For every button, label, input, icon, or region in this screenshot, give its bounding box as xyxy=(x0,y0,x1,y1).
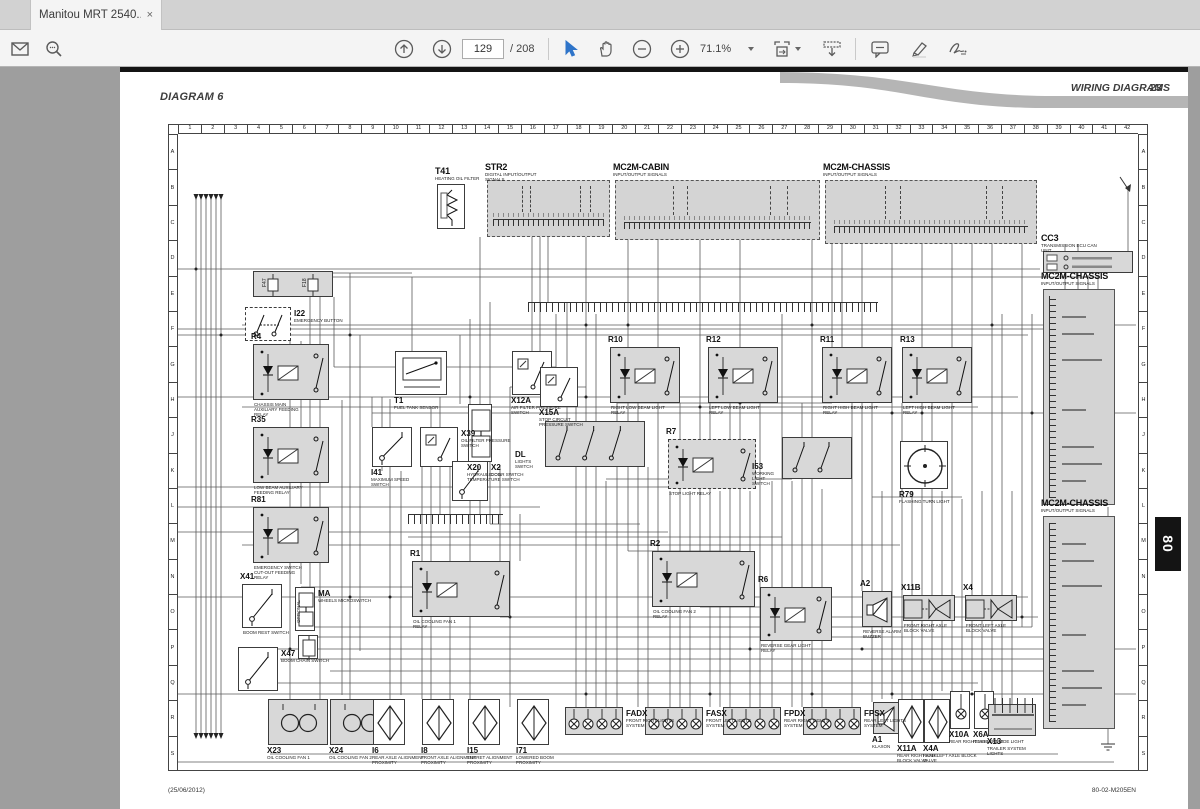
component-X2 xyxy=(452,461,488,501)
component-T41 xyxy=(437,184,465,229)
toolbar-collapse-icon[interactable] xyxy=(820,37,844,61)
component-MC2M-CHASSIS xyxy=(1043,289,1115,505)
component-X4 xyxy=(965,595,1017,621)
component-X10A xyxy=(950,691,970,729)
component-I6 xyxy=(373,699,405,745)
page-down-button[interactable] xyxy=(430,37,454,61)
component-A1 xyxy=(873,702,899,734)
fill-sign-icon[interactable] xyxy=(946,37,970,61)
highlighter-icon[interactable] xyxy=(908,37,932,61)
component-MC2M-CABIN xyxy=(615,180,820,240)
zoom-out-button[interactable] xyxy=(630,37,654,61)
page-total-label: / 208 xyxy=(510,43,534,55)
component-R81 xyxy=(253,507,329,563)
component-FPSX xyxy=(803,707,861,735)
document-tab[interactable]: Manitou MRT 2540... × xyxy=(30,0,162,30)
component-R35 xyxy=(253,427,329,483)
component-FADX xyxy=(565,707,623,735)
svg-text:F47: F47 xyxy=(262,278,268,287)
component-I41 xyxy=(372,427,412,467)
component-X47 xyxy=(238,647,278,691)
select-cursor-icon[interactable] xyxy=(558,37,582,61)
page-up-button[interactable] xyxy=(392,37,416,61)
component-R4 xyxy=(253,344,329,400)
component-F18 xyxy=(298,635,318,659)
component-X11A xyxy=(898,699,924,743)
fit-caret-icon[interactable] xyxy=(795,47,801,51)
component-R2 xyxy=(652,551,755,607)
component-I71 xyxy=(517,699,549,745)
component-R13 xyxy=(902,347,972,403)
component-MA xyxy=(295,587,315,631)
mail-icon[interactable] xyxy=(8,37,32,61)
component-T1 xyxy=(395,351,447,395)
component-X11B xyxy=(903,595,955,621)
pdf-page-canvas[interactable]: DIAGRAM 6 WIRING DIAGRAMS 23 12345678910… xyxy=(120,67,1188,809)
component-X41 xyxy=(242,584,282,628)
component-R7 xyxy=(668,439,756,489)
hand-pan-icon[interactable] xyxy=(594,37,618,61)
page-number-input[interactable]: 129 xyxy=(462,39,504,59)
zoom-search-icon[interactable] xyxy=(42,37,66,61)
component-combh xyxy=(408,514,503,524)
toolbar-divider xyxy=(548,38,549,60)
svg-text:F18: F18 xyxy=(302,278,308,287)
component-X13 xyxy=(988,704,1036,736)
tab-bar: Manitou MRT 2540... × xyxy=(0,0,1200,30)
zoom-caret-icon[interactable] xyxy=(748,47,754,51)
component-combh xyxy=(528,302,878,312)
component-STR2 xyxy=(487,180,610,237)
tab-title: Manitou MRT 2540... xyxy=(39,9,141,21)
component-X15A xyxy=(540,367,578,407)
component-I53 xyxy=(782,437,852,479)
component-FASX xyxy=(645,707,703,735)
zoom-in-button[interactable] xyxy=(668,37,692,61)
toolbar: 129 / 208 71.1% xyxy=(0,30,1200,67)
component-X20 xyxy=(468,404,492,462)
component-A2 xyxy=(862,591,892,627)
toolbar-divider xyxy=(855,38,856,60)
zoom-level-value[interactable]: 71.1% xyxy=(700,43,731,55)
component-DL xyxy=(545,421,645,467)
tab-close-icon[interactable]: × xyxy=(147,9,153,21)
component-FPDX xyxy=(723,707,781,735)
component-R6 xyxy=(760,587,832,641)
component-X4A xyxy=(924,699,950,743)
component-I15 xyxy=(468,699,500,745)
fit-page-icon[interactable] xyxy=(770,37,794,61)
component-R1 xyxy=(412,561,510,617)
component-I22 xyxy=(245,307,291,341)
component-R79 xyxy=(900,441,948,489)
component-MC2M-CHASSIS xyxy=(1043,516,1115,729)
comment-icon[interactable] xyxy=(868,37,892,61)
component-CC3 xyxy=(1043,251,1133,273)
component-R12 xyxy=(708,347,778,403)
component-R11 xyxy=(822,347,892,403)
component-fusebox: F47 F18 xyxy=(253,271,333,297)
component-R10 xyxy=(610,347,680,403)
component-I8 xyxy=(422,699,454,745)
component-MC2M-CHASSIS xyxy=(825,180,1037,244)
component-X23 xyxy=(268,699,328,745)
